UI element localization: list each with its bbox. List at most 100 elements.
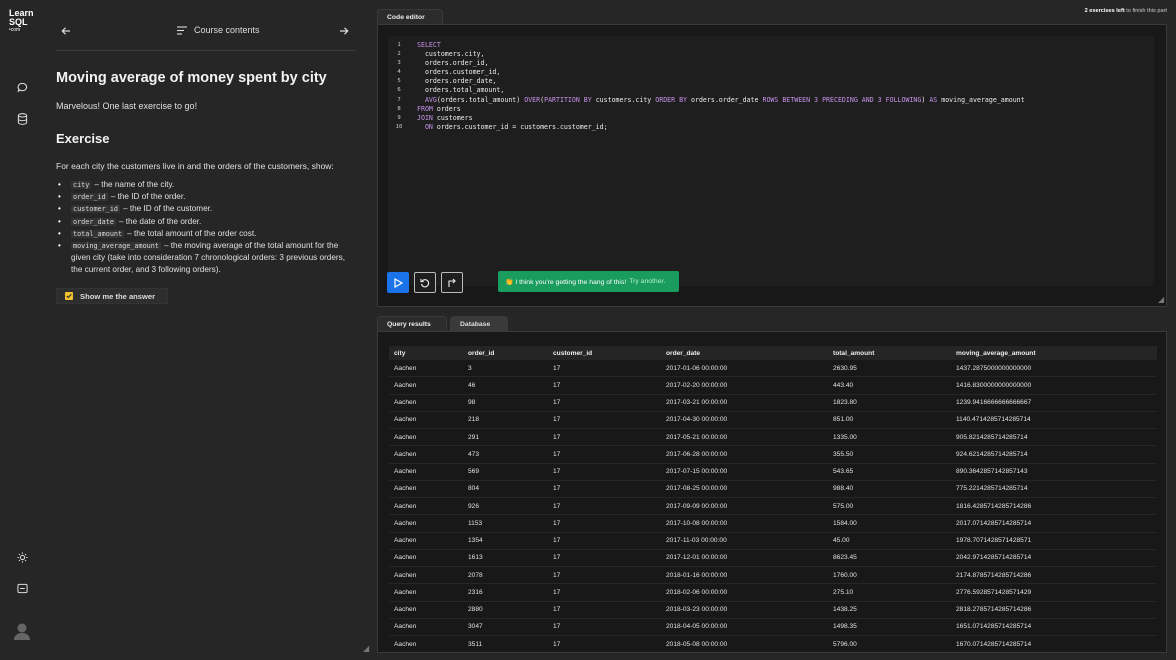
table-cell: 2316 — [463, 583, 548, 602]
line-number: 10 — [395, 123, 403, 130]
run-button[interactable] — [387, 272, 409, 293]
table-cell: Aachen — [389, 532, 463, 550]
table-cell: Aachen — [389, 445, 463, 464]
table-cell: Aachen — [389, 394, 463, 412]
requirements-list: city– the name of the city. order_id– th… — [56, 179, 346, 277]
table-cell: 2018-02-06 00:00:00 — [661, 583, 828, 602]
table-cell: 17 — [548, 601, 661, 619]
requirement-item: order_id– the ID of the order. — [56, 191, 346, 203]
table-cell: 1760.00 — [828, 566, 951, 585]
table-cell: 543.65 — [828, 463, 951, 481]
code-editor-panel: 1 2 3 4 5 6 7 8 9 10 SELECT customers.ci… — [377, 24, 1167, 307]
results-table: city order_id customer_id order_date tot… — [389, 346, 1157, 652]
try-another-link[interactable]: Try another. — [629, 278, 665, 285]
corner-arrow-icon — [448, 278, 456, 287]
table-cell: 45.00 — [828, 532, 951, 550]
encouragement-toast: 👏 I think you're getting the hang of thi… — [498, 271, 679, 292]
table-cell: 1239.9416666666666667 — [951, 394, 1157, 412]
table-cell: Aachen — [389, 635, 463, 652]
table-row: Aachen 291 17 2017-05-21 00:00:00 1335.00 905… — [389, 428, 1157, 447]
line-number: 2 — [397, 51, 401, 58]
reset-button[interactable] — [414, 272, 436, 293]
table-cell: 291 — [463, 428, 548, 447]
table-cell: 2174.8785714285714286 — [951, 566, 1157, 585]
table-cell: 2017-09-09 00:00:00 — [661, 497, 828, 516]
table-cell: Aachen — [389, 411, 463, 430]
resize-handle-icon[interactable]: ◢ — [1158, 295, 1164, 304]
table-cell: 17 — [548, 532, 661, 550]
table-cell: 3047 — [463, 618, 548, 637]
requirement-code: city — [71, 181, 92, 189]
format-button[interactable] — [441, 272, 463, 293]
table-cell: 3 — [463, 360, 548, 378]
table-cell: Aachen — [389, 601, 463, 619]
table-cell: 17 — [548, 376, 661, 395]
table-cell: 2017-06-28 00:00:00 — [661, 445, 828, 464]
table-cell: 2018-04-05 00:00:00 — [661, 618, 828, 637]
table-cell: 775.2214285714285714 — [951, 480, 1157, 499]
table-cell: 2017-11-03 00:00:00 — [661, 532, 828, 550]
column-header[interactable]: order_id — [463, 346, 548, 360]
line-number: 4 — [397, 69, 401, 76]
exercises-left-count: 2 exercises left — [1084, 8, 1125, 14]
table-cell: 1354 — [463, 532, 548, 550]
table-cell: 1584.00 — [828, 514, 951, 533]
course-contents-label: Course contents — [194, 25, 260, 35]
user-avatar-icon[interactable] — [12, 621, 32, 641]
lesson-title: Moving average of money spent by city — [56, 70, 327, 86]
table-cell: Aachen — [389, 514, 463, 533]
table-cell: 355.50 — [828, 445, 951, 464]
tab-database[interactable]: Database — [450, 316, 508, 332]
table-cell: 46 — [463, 376, 548, 395]
table-cell: 575.00 — [828, 497, 951, 516]
resize-handle-icon[interactable]: ◢ — [363, 644, 369, 653]
column-header[interactable]: moving_average_amount — [951, 346, 1157, 360]
theme-sun-icon[interactable] — [16, 551, 29, 564]
sql-code[interactable]: SELECT customers.city, orders.order_id, … — [417, 41, 1025, 132]
table-cell: 218 — [463, 411, 548, 430]
tab-code-editor[interactable]: Code editor — [377, 9, 443, 25]
table-cell: 1438.25 — [828, 601, 951, 619]
table-cell: 473 — [463, 445, 548, 464]
line-number: 8 — [397, 105, 401, 112]
table-row: Aachen 3047 17 2018-04-05 00:00:00 1498.35 16… — [389, 618, 1157, 637]
previous-arrow-icon[interactable] — [61, 25, 71, 39]
column-header[interactable]: city — [389, 346, 463, 360]
requirement-text: – the total amount of the order cost. — [127, 228, 257, 238]
table-cell: 2017-07-15 00:00:00 — [661, 463, 828, 481]
table-cell: 2017-01-06 00:00:00 — [661, 360, 828, 378]
table-cell: 2017-02-20 00:00:00 — [661, 376, 828, 395]
table-cell: 275.10 — [828, 583, 951, 602]
table-cell: 443.40 — [828, 376, 951, 395]
table-cell: 2018-01-16 00:00:00 — [661, 566, 828, 585]
table-cell: 1670.0714285714285714 — [951, 635, 1157, 652]
course-contents-button[interactable]: Course contents — [177, 25, 260, 35]
table-cell: 924.6214285714285714 — [951, 445, 1157, 464]
table-cell: 2017-03-21 00:00:00 — [661, 394, 828, 412]
chat-icon[interactable] — [16, 81, 29, 94]
table-cell: 926 — [463, 497, 548, 516]
logo-line2: SQL — [9, 17, 28, 27]
column-header[interactable]: total_amount — [828, 346, 951, 360]
line-numbers: 1 2 3 4 5 6 7 8 9 10 — [388, 41, 410, 132]
learnsql-logo[interactable]: Learn SQL •com — [9, 9, 34, 34]
keyboard-icon[interactable] — [16, 582, 29, 595]
table-cell: 17 — [548, 360, 661, 378]
show-answer-button[interactable]: Show me the answer — [56, 288, 168, 304]
checkbox-icon[interactable] — [65, 292, 73, 300]
reset-icon — [420, 278, 430, 287]
table-row: Aachen 46 17 2017-02-20 00:00:00 443.40 1416.… — [389, 376, 1157, 395]
exercise-heading: Exercise — [56, 131, 110, 146]
table-cell: 2017.0714285714285714 — [951, 514, 1157, 533]
line-number: 3 — [397, 60, 401, 67]
column-header[interactable]: customer_id — [548, 346, 661, 360]
line-number: 1 — [397, 42, 401, 48]
table-cell: 1978.7071428571428571 — [951, 532, 1157, 550]
sql-editor[interactable]: 1 2 3 4 5 6 7 8 9 10 SELECT customers.ci… — [388, 36, 1154, 286]
next-arrow-icon[interactable] — [339, 25, 349, 39]
requirement-code: order_date — [71, 217, 116, 226]
tab-query-results[interactable]: Query results — [377, 316, 447, 332]
database-icon[interactable] — [16, 112, 29, 125]
table-cell: 905.8214285714285714 — [951, 428, 1157, 447]
column-header[interactable]: order_date — [661, 346, 828, 360]
